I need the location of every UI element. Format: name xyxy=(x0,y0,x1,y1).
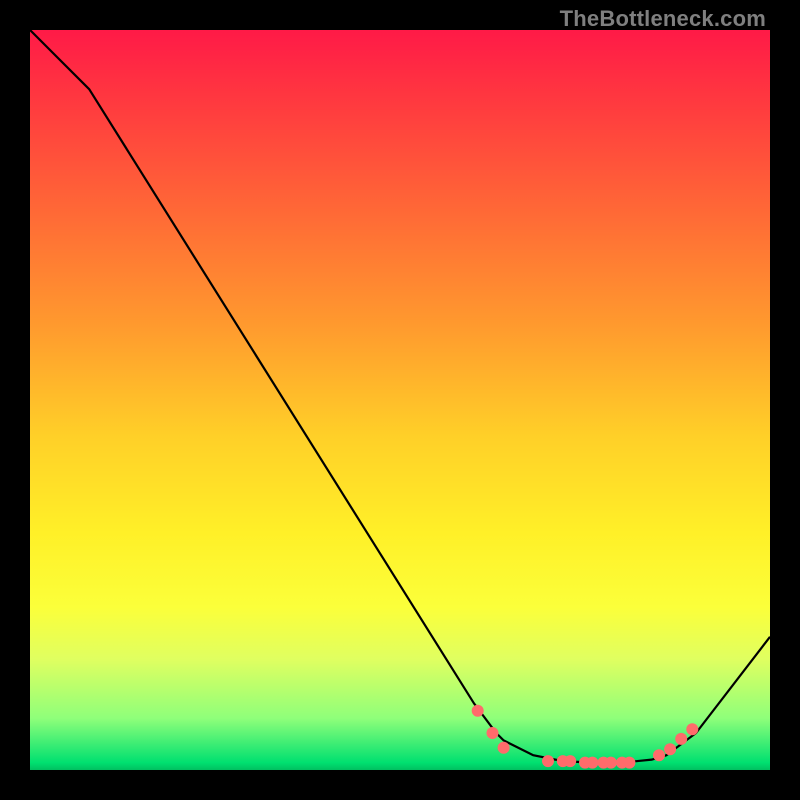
marker-6 xyxy=(564,755,576,767)
marker-16 xyxy=(686,723,698,735)
marker-12 xyxy=(623,757,635,769)
marker-5 xyxy=(557,755,569,767)
chart-frame: TheBottleneck.com xyxy=(0,0,800,800)
marker-15 xyxy=(675,733,687,745)
marker-10 xyxy=(605,757,617,769)
chart-overlay xyxy=(30,30,770,770)
curve-line xyxy=(30,30,770,763)
marker-3 xyxy=(498,742,510,754)
marker-4 xyxy=(542,755,554,767)
marker-2 xyxy=(487,727,499,739)
marker-13 xyxy=(653,749,665,761)
marker-group xyxy=(472,705,699,769)
marker-9 xyxy=(598,757,610,769)
marker-8 xyxy=(586,757,598,769)
plot-area xyxy=(30,30,770,770)
watermark-text: TheBottleneck.com xyxy=(560,6,766,32)
marker-7 xyxy=(579,757,591,769)
marker-11 xyxy=(616,757,628,769)
curve-path xyxy=(30,30,770,763)
marker-1 xyxy=(472,705,484,717)
marker-14 xyxy=(664,743,676,755)
